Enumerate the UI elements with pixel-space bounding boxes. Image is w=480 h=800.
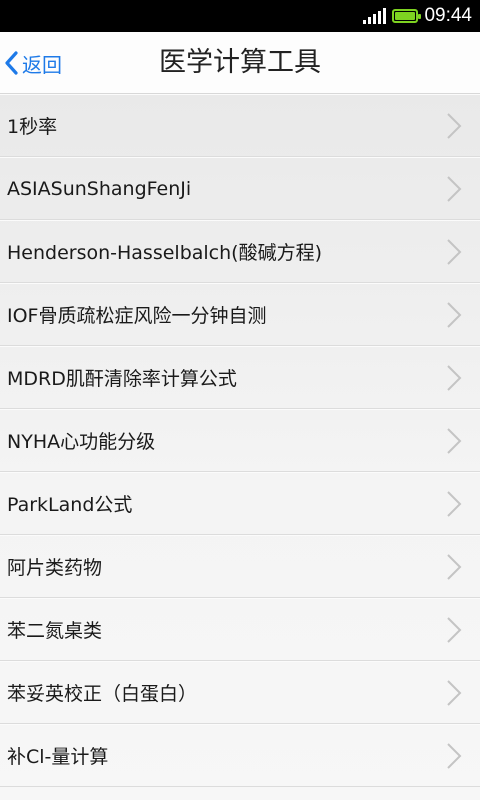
list-item[interactable]: ASIASunShangFenJi [0, 157, 480, 220]
chevron-right-icon [447, 679, 462, 706]
list-item[interactable]: IOF骨质疏松症风险一分钟自测 [0, 283, 480, 346]
page-title: 医学计算工具 [159, 47, 321, 78]
back-button[interactable]: 返回 [4, 46, 62, 80]
list-item-label: MDRD肌酐清除率计算公式 [7, 368, 237, 390]
chevron-right-icon [447, 175, 462, 202]
chevron-right-icon [447, 742, 462, 769]
list-item[interactable]: 苯妥英校正（白蛋白） [0, 661, 480, 724]
chevron-right-icon [447, 490, 462, 517]
chevron-right-icon [447, 364, 462, 391]
tool-list: 1秒率 ASIASunShangFenJi Henderson-Hasselba… [0, 94, 480, 800]
list-item[interactable]: 苯二氮桌类 [0, 598, 480, 661]
chevron-right-icon [447, 427, 462, 454]
nav-bar: 返回 医学计算工具 [0, 32, 480, 94]
chevron-right-icon [447, 553, 462, 580]
status-bar: 09:44 [0, 0, 480, 32]
list-item-label: ASIASunShangFenJi [7, 177, 192, 200]
signal-icon [363, 8, 387, 24]
list-item-label: Henderson-Hasselbalch(酸碱方程) [7, 242, 322, 264]
list-item-label: IOF骨质疏松症风险一分钟自测 [7, 305, 267, 327]
list-item[interactable]: 1秒率 [0, 94, 480, 157]
back-label: 返回 [22, 52, 62, 77]
list-item[interactable]: 补Cl-量计算 [0, 724, 480, 787]
list-item-label: 补Cl-量计算 [7, 746, 109, 768]
status-icons: 09:44 [363, 0, 472, 32]
list-item-label: 苯二氮桌类 [7, 620, 103, 642]
list-item-label: 苯妥英校正（白蛋白） [7, 683, 198, 705]
list-item-label: ParkLand公式 [7, 494, 133, 516]
chevron-right-icon [447, 301, 462, 328]
list-item-label: 1秒率 [7, 116, 58, 138]
list-item-label: NYHA心功能分级 [7, 431, 156, 453]
back-chevron-icon [5, 51, 18, 75]
list-item[interactable]: 阿片类药物 [0, 535, 480, 598]
battery-icon [392, 9, 422, 23]
list-item-label: 阿片类药物 [7, 557, 103, 579]
list-item[interactable]: NYHA心功能分级 [0, 409, 480, 472]
list-item[interactable]: ParkLand公式 [0, 472, 480, 535]
chevron-right-icon [447, 616, 462, 643]
chevron-right-icon [447, 112, 462, 139]
list-item[interactable]: Henderson-Hasselbalch(酸碱方程) [0, 220, 480, 283]
status-time: 09:44 [424, 5, 472, 26]
chevron-right-icon [447, 238, 462, 265]
list-item[interactable]: MDRD肌酐清除率计算公式 [0, 346, 480, 409]
